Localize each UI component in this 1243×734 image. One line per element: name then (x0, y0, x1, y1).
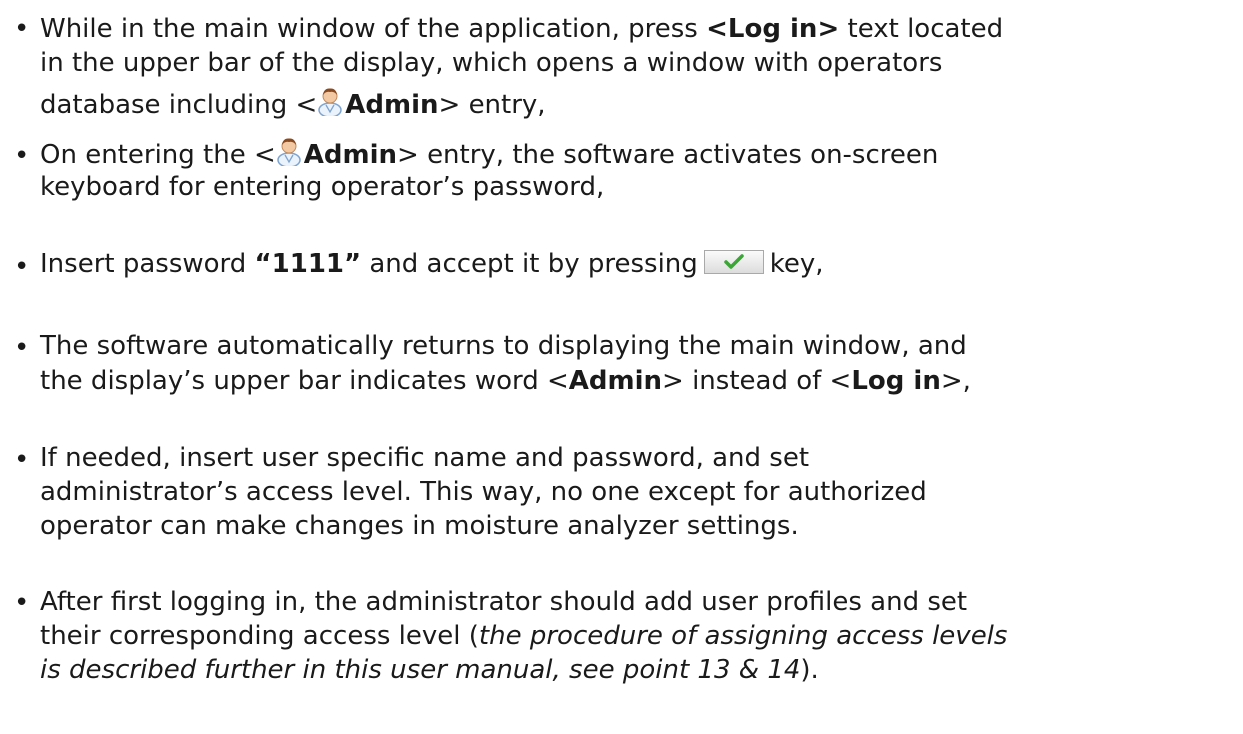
text-line: The software automatically returns to di… (40, 331, 967, 361)
bullet-dot: • (14, 14, 30, 44)
text-run: Insert password (40, 249, 255, 279)
text-line: Insert password “1111” and accept it by … (40, 247, 824, 281)
text-line: keyboard for entering operator’s passwor… (40, 172, 605, 202)
text-line: After first logging in, the administrato… (40, 587, 968, 617)
manual-page: • While in the main window of the applic… (0, 0, 1243, 734)
text-line: administrator’s access level. This way, … (40, 477, 927, 507)
bullet-dot: • (14, 252, 30, 282)
italic-note: is described further in this user manual… (40, 655, 801, 685)
text-line: If needed, insert user specific name and… (40, 443, 810, 473)
password-value: “1111” (254, 249, 362, 279)
text-run: their corresponding access level ( (40, 621, 479, 651)
user-icon (318, 88, 343, 116)
text-run: On entering the < (40, 140, 276, 170)
bullet-dot: • (14, 588, 30, 618)
text-run: database including < (40, 90, 318, 120)
italic-note: the procedure of assigning access levels (478, 621, 1008, 651)
text-line: is described further in this user manual… (40, 653, 819, 687)
text-line: operator can make changes in moisture an… (40, 511, 799, 541)
admin-term: Admin (303, 140, 398, 170)
log-in-term: Log in (727, 14, 818, 44)
text-line: the display’s upper bar indicates word <… (40, 364, 971, 398)
text-line: in the upper bar of the display, which o… (40, 48, 943, 78)
text-line: database including < Admin> entry, (40, 86, 546, 120)
user-icon (277, 138, 301, 166)
text-line: On entering the < Admin> entry, the soft… (40, 136, 938, 170)
checkmark-key-icon (703, 250, 764, 274)
bracket: > (817, 14, 840, 44)
text-line: their corresponding access level (the pr… (40, 619, 1007, 653)
text-run: > entry, (438, 90, 546, 120)
text-run: >, (940, 366, 971, 396)
text-run: the display’s upper bar indicates word < (40, 366, 569, 396)
text-run: and accept it by pressing (361, 249, 698, 279)
bracket: < (706, 14, 728, 44)
text-run: ). (800, 655, 819, 685)
bullet-dot: • (14, 333, 30, 363)
text-run: text located (839, 14, 1004, 44)
text-run: key, (769, 249, 824, 279)
admin-term: Admin (568, 366, 663, 396)
bullet-dot: • (14, 445, 30, 475)
text-line: While in the main window of the applicat… (40, 12, 1003, 46)
log-in-term: Log in (851, 366, 941, 396)
text-run: > entry, the software activates on-scree… (397, 140, 939, 170)
text-run: While in the main window of the applicat… (40, 14, 707, 44)
bullet-dot: • (14, 141, 30, 171)
admin-term: Admin (345, 90, 439, 120)
text-run: > instead of < (662, 366, 852, 396)
